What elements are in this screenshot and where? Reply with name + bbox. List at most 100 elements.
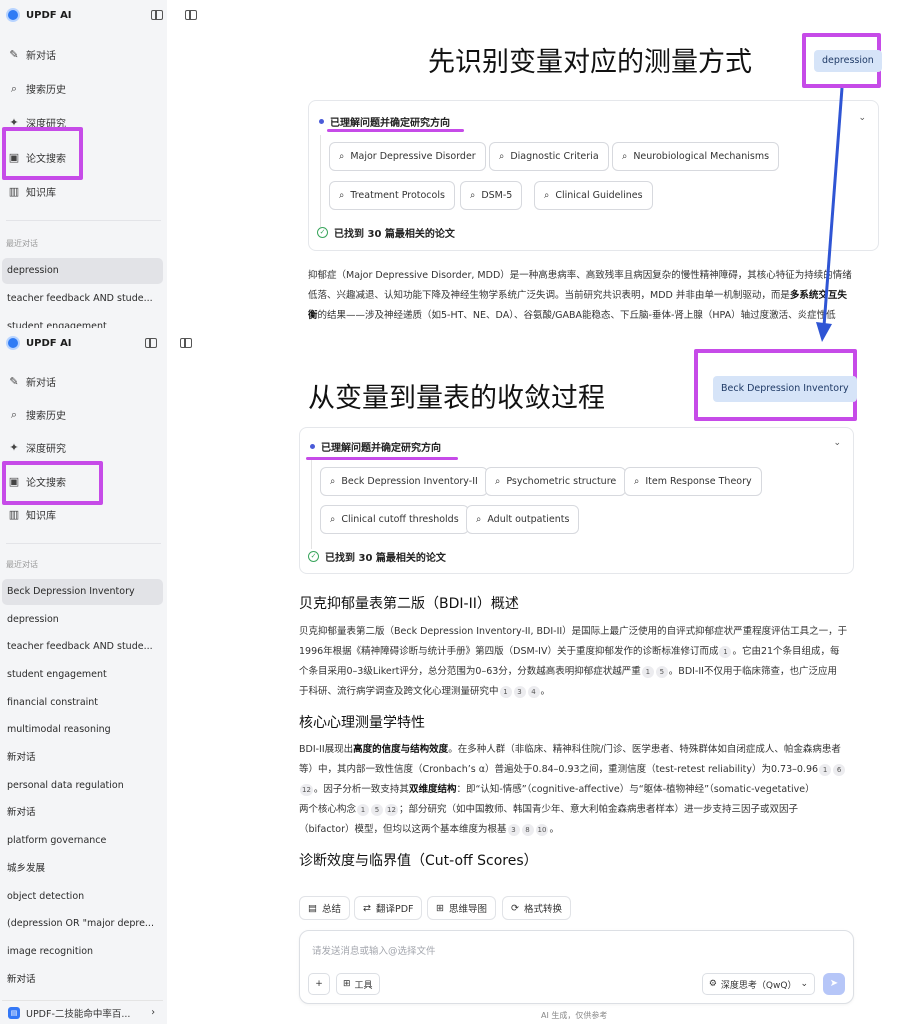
search-icon: ⌕: [10, 407, 18, 421]
divider: [6, 543, 161, 544]
research-card: 已理解问题并确定研究方向 ⌄ ⌕ Beck Depression Inventor…: [299, 427, 854, 574]
search-tag[interactable]: ⌕ Item Response Theory: [624, 467, 762, 496]
search-icon: ⌕: [499, 151, 505, 162]
citation-badge[interactable]: 12: [385, 803, 398, 816]
history-item[interactable]: object detection: [2, 884, 163, 910]
nav-new-chat[interactable]: ✎ 新对话: [8, 374, 56, 389]
translate-pdf-button[interactable]: ⇄ 翻译PDF: [354, 896, 423, 920]
search-tag[interactable]: ⌕ Diagnostic Criteria: [489, 142, 609, 171]
highlight-paper-search-bottom: [2, 461, 103, 505]
query-chip: Beck Depression Inventory: [713, 376, 857, 402]
history-item[interactable]: platform governance: [2, 828, 163, 854]
search-tag[interactable]: ⌕ Clinical cutoff thresholds: [320, 505, 469, 534]
model-select[interactable]: ⚙ 深度思考（QwQ） ⌄: [701, 973, 815, 995]
found-papers-status: ✓ 已找到 30 篇最相关的论文: [317, 225, 455, 240]
collapse-sidebar-icon[interactable]: [145, 338, 157, 348]
section-heading: 贝克抑郁量表第二版（BDI-II）概述: [299, 596, 519, 612]
recent-pdf-footer[interactable]: ▤ UPDF-二技能命中率百... ›: [2, 1000, 163, 1024]
search-icon: ⌕: [495, 476, 501, 487]
search-icon: ⌕: [634, 476, 640, 487]
history-item[interactable]: teacher feedback AND stude...: [2, 634, 163, 660]
history-item[interactable]: depression: [2, 258, 163, 284]
edit-icon: ✎: [9, 375, 19, 388]
history-item[interactable]: 新对话: [2, 967, 163, 993]
tools-icon: ⊞: [343, 979, 351, 989]
citation-badge[interactable]: 5: [655, 665, 668, 678]
citation-badge[interactable]: 6: [833, 763, 846, 776]
status-dot-icon: [310, 444, 315, 449]
citation-badge[interactable]: 4: [527, 685, 540, 698]
app-name: UPDF AI: [26, 337, 72, 349]
citation-badge[interactable]: 3: [513, 685, 526, 698]
citation-badge[interactable]: 1: [357, 803, 370, 816]
search-tag[interactable]: ⌕ Neurobiological Mechanisms: [612, 142, 780, 171]
chevron-down-icon[interactable]: ⌄: [833, 438, 841, 448]
app-logo: UPDF AI: [6, 336, 72, 350]
app-name: UPDF AI: [26, 9, 72, 21]
chevron-down-icon[interactable]: ⌄: [858, 113, 866, 123]
search-tag[interactable]: ⌕ Adult outpatients: [466, 505, 580, 534]
search-tag[interactable]: ⌕ Psychometric structure: [485, 467, 627, 496]
highlight-underline: [306, 457, 458, 460]
nav-knowledge-base[interactable]: ▥ 知识库: [8, 507, 56, 522]
tools-button[interactable]: ⊞ 工具: [336, 973, 380, 995]
timeline-line: [320, 135, 321, 227]
nav-knowledge-base[interactable]: ▥ 知识库: [8, 184, 56, 199]
citation-badge[interactable]: 1: [499, 685, 512, 698]
nav-search-history[interactable]: ⌕ 搜索历史: [8, 407, 66, 423]
history-item[interactable]: depression: [2, 607, 163, 633]
book-icon: ▥: [8, 185, 20, 198]
panel2-title: 从变量到量表的收敛过程: [308, 383, 605, 414]
history-item[interactable]: student engagement: [2, 314, 163, 328]
section-heading: 核心心理测量学特性: [299, 715, 425, 731]
panel1-answer: 抑郁症（Major Depressive Disorder, MDD）是一种高患…: [308, 270, 852, 321]
citation-badge[interactable]: 8: [521, 823, 534, 836]
nav-deep-research[interactable]: ✦ 深度研究: [8, 440, 66, 455]
deep-think-icon: ⚙: [708, 979, 717, 989]
history-item[interactable]: (depression OR "major depre...: [2, 911, 163, 937]
card-header[interactable]: 已理解问题并确定研究方向: [319, 114, 450, 129]
history-item[interactable]: financial constraint: [2, 690, 163, 716]
book-icon: ▥: [8, 508, 20, 521]
search-tag[interactable]: ⌕ Treatment Protocols: [329, 181, 455, 210]
citation-badge[interactable]: 1: [819, 763, 832, 776]
history-item[interactable]: image recognition: [2, 939, 163, 965]
history-item[interactable]: 新对话: [2, 745, 163, 771]
history-item[interactable]: Beck Depression Inventory: [2, 579, 163, 605]
send-button[interactable]: ➤: [823, 973, 845, 995]
history-item[interactable]: 城乡发展: [2, 856, 163, 882]
history-item[interactable]: personal data regulation: [2, 773, 163, 799]
search-tag[interactable]: ⌕ Major Depressive Disorder: [329, 142, 486, 171]
message-input[interactable]: 请发送消息或输入@选择文件: [312, 943, 436, 957]
history-item[interactable]: student engagement: [2, 662, 163, 688]
citation-badge[interactable]: 3: [507, 823, 520, 836]
toggle-panel-icon[interactable]: [180, 338, 192, 348]
format-convert-button[interactable]: ⟳ 格式转换: [502, 896, 571, 920]
mind-map-button[interactable]: ⊞ 思维导图: [427, 896, 496, 920]
plus-icon: +: [315, 979, 323, 989]
search-tag[interactable]: ⌕ Clinical Guidelines: [534, 181, 653, 210]
add-button[interactable]: +: [308, 973, 330, 995]
summarize-button[interactable]: ▤ 总结: [299, 896, 350, 920]
card-header[interactable]: 已理解问题并确定研究方向: [310, 439, 441, 454]
summary-icon: ▤: [308, 902, 317, 914]
search-tag[interactable]: ⌕ DSM-5: [460, 181, 523, 210]
updf-logo-icon: [6, 8, 20, 22]
panel1-title: 先识别变量对应的测量方式: [428, 47, 752, 78]
history-item[interactable]: teacher feedback AND stude...: [2, 286, 163, 312]
citation-badge[interactable]: 1: [641, 665, 654, 678]
collapse-sidebar-icon[interactable]: [151, 10, 163, 20]
citation-badge[interactable]: 5: [371, 803, 384, 816]
chevron-right-icon: ›: [151, 1007, 155, 1018]
nav-search-history[interactable]: ⌕ 搜索历史: [8, 81, 66, 97]
history-item[interactable]: 新对话: [2, 800, 163, 826]
highlight-underline: [327, 129, 464, 132]
chat-input-box[interactable]: 请发送消息或输入@选择文件 + ⊞ 工具 ⚙ 深度思考（QwQ） ⌄ ➤: [299, 930, 854, 1004]
toggle-panel-icon[interactable]: [185, 10, 197, 20]
history-item[interactable]: multimodal reasoning: [2, 717, 163, 743]
nav-new-chat[interactable]: ✎ 新对话: [8, 47, 56, 62]
search-tag[interactable]: ⌕ Beck Depression Inventory-II: [320, 467, 488, 496]
citation-badge[interactable]: 12: [300, 783, 313, 796]
citation-badge[interactable]: 1: [719, 645, 732, 658]
citation-badge[interactable]: 10: [535, 823, 549, 836]
